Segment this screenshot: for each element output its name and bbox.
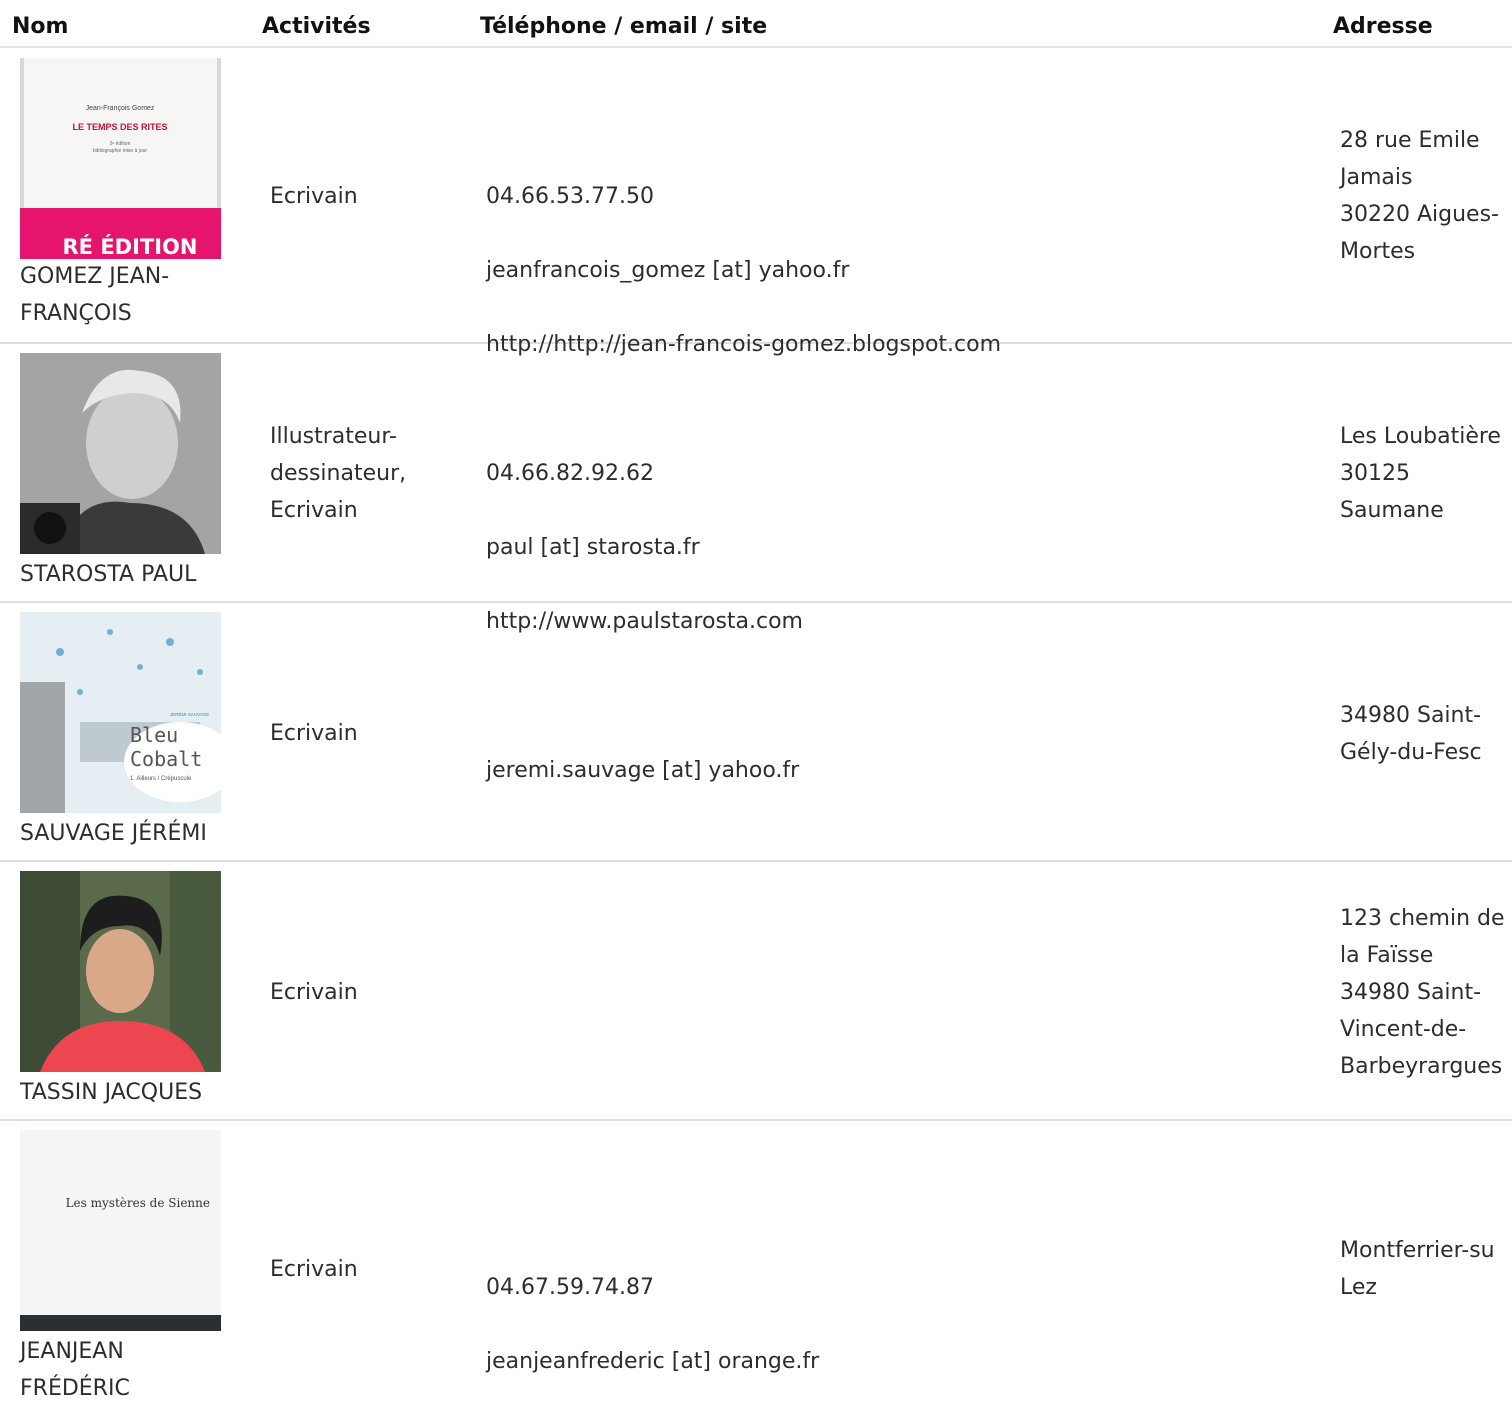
author-photo[interactable] bbox=[20, 871, 221, 1072]
phone: 04.66.53.77.50 bbox=[486, 184, 654, 209]
activities: Ecrivain bbox=[270, 184, 358, 209]
table-header: Nom Activités Téléphone / email / site A… bbox=[0, 0, 1512, 48]
author-name[interactable]: GOMEZ JEAN- FRANÇOIS bbox=[20, 258, 240, 332]
author-name[interactable]: SAUVAGE JÉRÉMI bbox=[20, 815, 240, 852]
table-row: STAROSTA PAUL Illustrateur- dessinateur,… bbox=[0, 344, 1512, 634]
address: Les Loubatière 30125 Saumane bbox=[1340, 424, 1501, 523]
phone: 04.66.82.92.62 bbox=[486, 461, 654, 486]
activities: Illustrateur- dessinateur, Ecrivain bbox=[270, 424, 407, 523]
svg-text:1. Ailleurs / Crépuscule: 1. Ailleurs / Crépuscule bbox=[130, 776, 192, 782]
activities: Ecrivain bbox=[270, 1257, 358, 1282]
portrait-photo-bw-icon bbox=[20, 353, 221, 554]
svg-text:bibliographie mise à jour: bibliographie mise à jour bbox=[93, 148, 148, 154]
svg-text:RÉ ÉDITION: RÉ ÉDITION bbox=[63, 234, 198, 259]
author-name[interactable]: STAROSTA PAUL bbox=[20, 556, 240, 593]
book-cover-bleu-cobalt-icon: Bleu Cobalt 1. Ailleurs / Crépuscule JÉR… bbox=[20, 612, 221, 813]
svg-text:2ᵉ édition: 2ᵉ édition bbox=[110, 141, 131, 147]
svg-text:Jean-François Gomez: Jean-François Gomez bbox=[86, 105, 155, 112]
email[interactable]: jeanfrancois_gomez [at] yahoo.fr bbox=[486, 252, 1306, 289]
activities: Ecrivain bbox=[270, 980, 358, 1005]
address: Montferrier-su Lez bbox=[1340, 1238, 1495, 1300]
activities: Ecrivain bbox=[270, 721, 358, 746]
author-photo[interactable] bbox=[20, 353, 221, 554]
table-row: Jean-François Gomez LE TEMPS DES RITES 2… bbox=[0, 48, 1512, 357]
header-nom[interactable]: Nom bbox=[12, 14, 68, 39]
svg-text:Cobalt: Cobalt bbox=[130, 747, 202, 771]
contact-info: 04.67.59.74.87 jeanjeanfrederic [at] ora… bbox=[486, 1232, 1306, 1417]
table-row: TASSIN JACQUES Ecrivain 123 chemin de la… bbox=[0, 862, 1512, 1121]
svg-text:Les mystères de Sienne: Les mystères de Sienne bbox=[66, 1196, 210, 1210]
address: 123 chemin de la Faïsse 34980 Saint- Vin… bbox=[1340, 906, 1505, 1079]
svg-text:LE TEMPS DES RITES: LE TEMPS DES RITES bbox=[72, 122, 167, 132]
book-cover-image[interactable]: Bleu Cobalt 1. Ailleurs / Crépuscule JÉR… bbox=[20, 612, 221, 813]
header-adresse[interactable]: Adresse bbox=[1333, 14, 1433, 39]
svg-text:JÉRÉMI SAUVAGE: JÉRÉMI SAUVAGE bbox=[170, 711, 209, 717]
book-cover-image[interactable]: Les mystères de Sienne bbox=[20, 1130, 221, 1331]
email[interactable]: jeremi.sauvage [at] yahoo.fr bbox=[486, 752, 1306, 789]
table-row: Bleu Cobalt 1. Ailleurs / Crépuscule JÉR… bbox=[0, 603, 1512, 862]
phone: 04.67.59.74.87 bbox=[486, 1275, 654, 1300]
header-activites[interactable]: Activités bbox=[262, 14, 371, 39]
header-contact[interactable]: Téléphone / email / site bbox=[480, 14, 767, 39]
address: 34980 Saint- Gély-du-Fesc bbox=[1340, 703, 1482, 765]
email[interactable]: paul [at] starosta.fr bbox=[486, 529, 1306, 566]
portrait-photo-color-icon bbox=[20, 871, 221, 1072]
contact-info: jeremi.sauvage [at] yahoo.fr bbox=[486, 715, 1306, 826]
book-cover-le-temps-des-rites-icon: Jean-François Gomez LE TEMPS DES RITES 2… bbox=[20, 58, 221, 259]
svg-text:Bleu: Bleu bbox=[130, 723, 178, 747]
email[interactable]: jeanjeanfrederic [at] orange.fr bbox=[486, 1343, 1306, 1380]
book-cover-image[interactable]: Jean-François Gomez LE TEMPS DES RITES 2… bbox=[20, 58, 221, 259]
address: 28 rue Emile Jamais 30220 Aigues- Mortes bbox=[1340, 128, 1499, 264]
table-row: Les mystères de Sienne JEANJEAN FRÉDÉRIC… bbox=[0, 1121, 1512, 1407]
author-name[interactable]: TASSIN JACQUES bbox=[20, 1074, 240, 1111]
author-name[interactable]: JEANJEAN FRÉDÉRIC bbox=[20, 1333, 240, 1407]
book-cover-les-mysteres-de-sienne-icon: Les mystères de Sienne bbox=[20, 1130, 221, 1331]
